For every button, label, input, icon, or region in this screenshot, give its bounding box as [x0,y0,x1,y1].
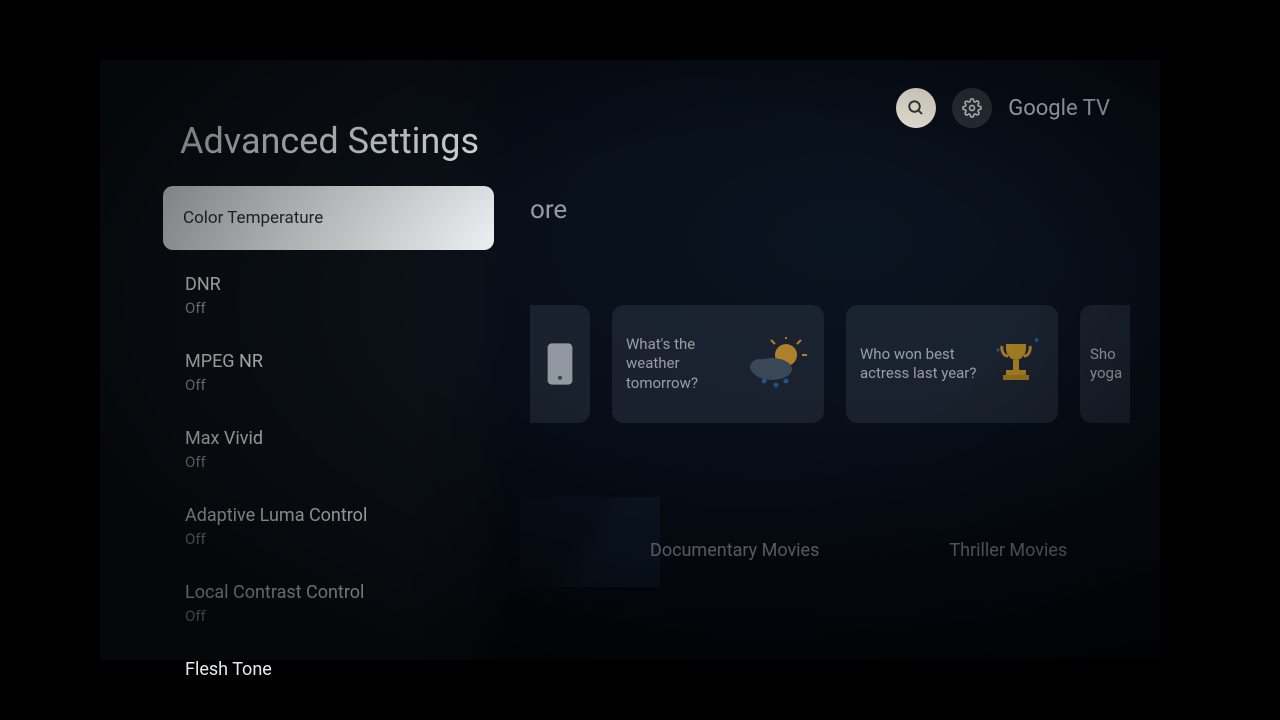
setting-label: Local Contrast Control [185,582,510,603]
setting-dnr[interactable]: DNR Off [100,264,510,327]
content-thumbnail[interactable] [520,497,660,587]
setting-adaptive-luma-control[interactable]: Adaptive Luma Control Off [100,495,510,558]
weather-icon [746,337,810,391]
setting-label: Adaptive Luma Control [185,505,510,526]
top-header: Google TV [896,88,1110,128]
suggestion-card-partial-left[interactable] [530,305,590,423]
setting-value: Off [185,607,510,625]
suggestion-card-partial-right[interactable]: Sho yoga [1080,305,1130,423]
setting-value: Off [185,530,510,548]
trophy-icon [988,336,1044,392]
suggestion-cards: What's the weather tomorrow? Who won bes… [530,305,1130,423]
search-section-partial: ore [530,195,567,225]
tv-screen: ore Google TV What's the weather tomorro… [100,60,1160,660]
setting-label: DNR [185,274,510,295]
setting-label: Color Temperature [183,208,474,228]
setting-label: MPEG NR [185,351,510,372]
category-label[interactable]: Thriller Movies [949,540,1067,561]
search-button[interactable] [896,88,936,128]
setting-color-temperature[interactable]: Color Temperature [163,186,494,250]
gear-icon [962,98,982,118]
setting-flesh-tone[interactable]: Flesh Tone [100,649,510,690]
settings-list: Color Temperature DNR Off MPEG NR Off Ma… [100,186,510,690]
settings-panel: Advanced Settings Color Temperature DNR … [100,60,510,660]
setting-label: Flesh Tone [185,659,510,680]
card-text: Sho yoga [1090,345,1122,384]
setting-value: Off [185,453,510,471]
search-icon [907,99,925,117]
setting-value: Off [185,299,510,317]
setting-mpeg-nr[interactable]: MPEG NR Off [100,341,510,404]
category-label[interactable]: Documentary Movies [650,540,819,561]
panel-title: Advanced Settings [100,120,510,180]
category-row: Documentary Movies Thriller Movies [650,540,1067,561]
google-tv-logo: Google TV [1008,96,1110,121]
setting-max-vivid[interactable]: Max Vivid Off [100,418,510,481]
setting-value: Off [185,376,510,394]
card-icon [546,342,574,386]
setting-label: Max Vivid [185,428,510,449]
suggestion-card-weather[interactable]: What's the weather tomorrow? [612,305,824,423]
card-text: Who won best actress last year? [860,345,978,384]
card-text: What's the weather tomorrow? [626,335,736,394]
suggestion-card-actress[interactable]: Who won best actress last year? [846,305,1058,423]
settings-button[interactable] [952,88,992,128]
setting-local-contrast-control[interactable]: Local Contrast Control Off [100,572,510,635]
